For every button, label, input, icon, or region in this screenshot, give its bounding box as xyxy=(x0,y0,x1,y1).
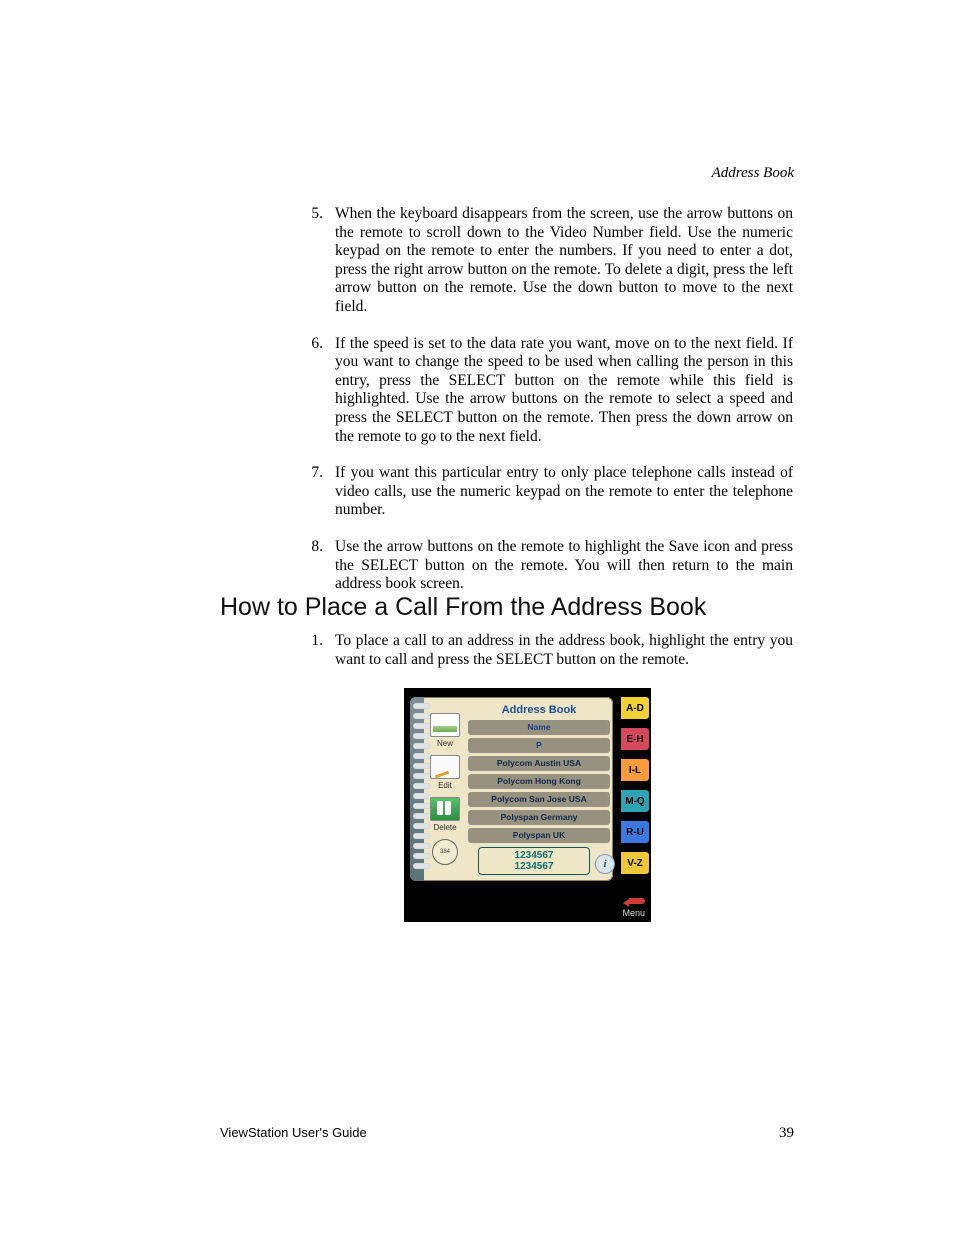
address-book-screen: New Edit Delete 384 Address Book Name P … xyxy=(404,688,651,922)
number-display: 1234567 1234567 i xyxy=(478,847,590,875)
page-number: 39 xyxy=(779,1125,794,1142)
steps-new: 1. To place a call to an address in the … xyxy=(305,632,793,687)
address-book-left-toolbar: New Edit Delete 384 xyxy=(426,713,464,867)
video-number-1: 1234567 xyxy=(479,850,589,861)
address-book-panel: New Edit Delete 384 Address Book Name P … xyxy=(410,697,613,881)
tab-i-l[interactable]: I-L xyxy=(621,759,649,781)
delete-label: Delete xyxy=(426,823,464,832)
address-book-list: Address Book Name P Polycom Austin USA P… xyxy=(468,704,610,875)
list-item[interactable]: Polyspan UK xyxy=(468,828,610,843)
step-text: If the speed is set to the data rate you… xyxy=(335,335,793,445)
running-head: Address Book xyxy=(712,165,794,182)
new-label: New xyxy=(426,739,464,748)
list-item[interactable]: Polyspan Germany xyxy=(468,810,610,825)
info-icon[interactable]: i xyxy=(595,854,615,874)
step-text: To place a call to an address in the add… xyxy=(335,632,793,668)
step-5: 5. When the keyboard disappears from the… xyxy=(305,205,793,317)
list-item[interactable]: Polycom Austin USA xyxy=(468,756,610,771)
back-arrow-icon xyxy=(623,896,645,906)
new-icon[interactable] xyxy=(430,713,460,737)
search-field[interactable]: P xyxy=(468,738,610,753)
footer-left: ViewStation User's Guide xyxy=(220,1125,367,1140)
step-number: 5. xyxy=(305,205,323,224)
step-number: 8. xyxy=(305,538,323,557)
delete-icon[interactable] xyxy=(430,797,460,821)
tab-m-q[interactable]: M-Q xyxy=(621,790,649,812)
list-item[interactable]: Polycom San Jose USA xyxy=(468,792,610,807)
alpha-tabs: A-D E-H I-L M-Q R-U V-Z xyxy=(621,697,651,881)
menu-button[interactable]: Menu xyxy=(622,896,645,918)
step-text: If you want this particular entry to onl… xyxy=(335,464,793,518)
step-8: 8. Use the arrow buttons on the remote t… xyxy=(305,538,793,594)
step-text: Use the arrow buttons on the remote to h… xyxy=(335,538,793,592)
speed-icon[interactable]: 384 xyxy=(432,839,458,865)
step-1: 1. To place a call to an address in the … xyxy=(305,632,793,669)
step-number: 7. xyxy=(305,464,323,483)
step-7: 7. If you want this particular entry to … xyxy=(305,464,793,520)
edit-icon[interactable] xyxy=(430,755,460,779)
list-item[interactable]: Polycom Hong Kong xyxy=(468,774,610,789)
step-number: 6. xyxy=(305,335,323,354)
section-heading: How to Place a Call From the Address Boo… xyxy=(220,593,706,622)
steps-continued: 5. When the keyboard disappears from the… xyxy=(305,205,793,612)
tab-r-u[interactable]: R-U xyxy=(621,821,649,843)
tab-a-d[interactable]: A-D xyxy=(621,697,649,719)
step-number: 1. xyxy=(305,632,323,651)
video-number-2: 1234567 xyxy=(479,861,589,872)
tab-e-h[interactable]: E-H xyxy=(621,728,649,750)
edit-label: Edit xyxy=(426,781,464,790)
list-header[interactable]: Name xyxy=(468,720,610,735)
step-text: When the keyboard disappears from the sc… xyxy=(335,205,793,315)
step-6: 6. If the speed is set to the data rate … xyxy=(305,335,793,447)
tab-v-z[interactable]: V-Z xyxy=(621,852,649,874)
notebook-binding xyxy=(410,697,424,881)
address-book-title: Address Book xyxy=(468,704,610,716)
menu-label: Menu xyxy=(622,908,645,918)
